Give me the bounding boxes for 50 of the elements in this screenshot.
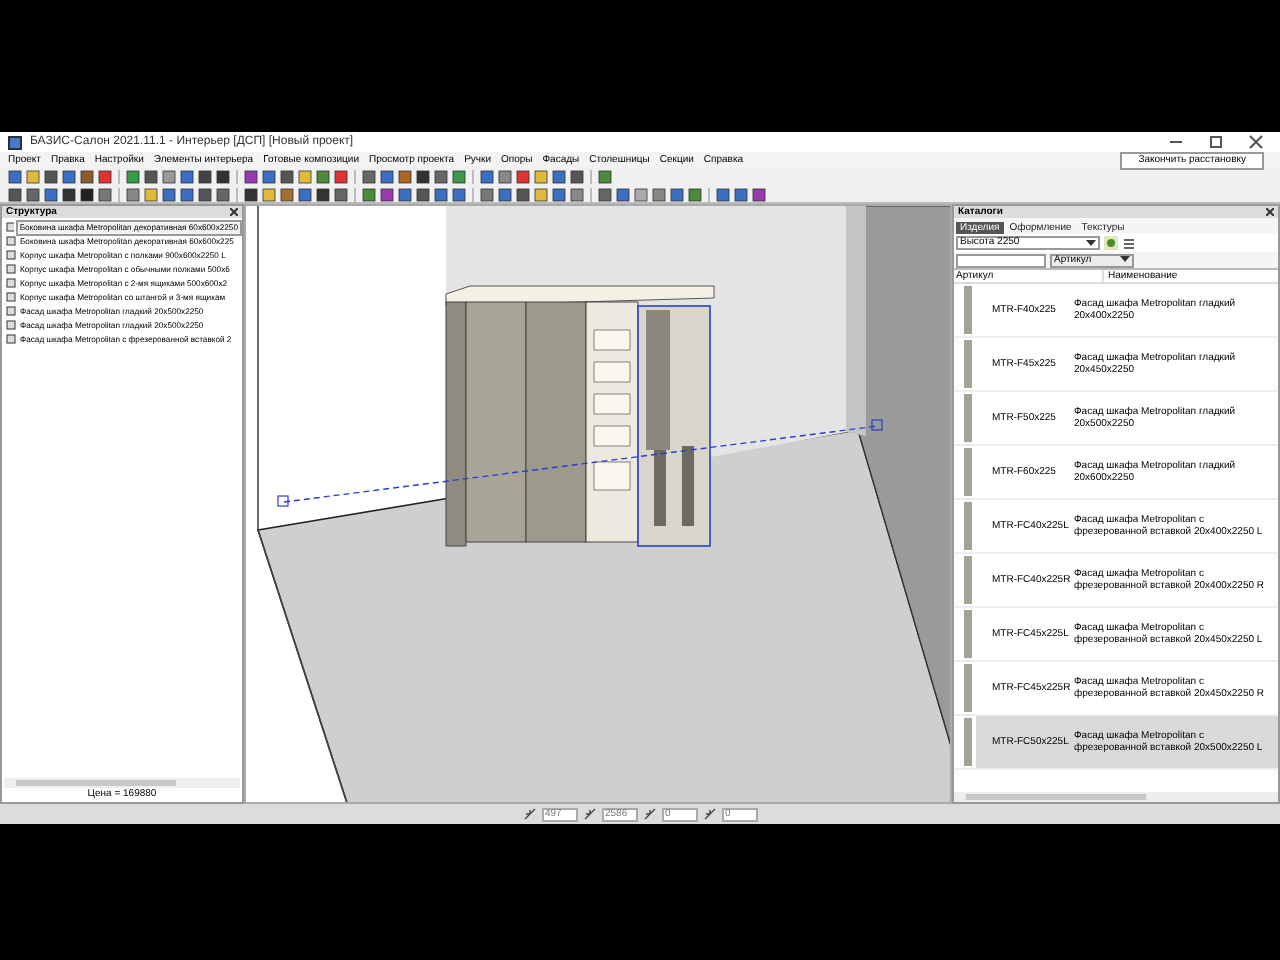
square-icon[interactable] xyxy=(180,187,194,201)
square-icon[interactable] xyxy=(62,187,76,201)
close-icon[interactable] xyxy=(230,208,238,216)
close-icon[interactable] xyxy=(1266,208,1274,216)
square-icon[interactable] xyxy=(198,187,212,201)
square-icon[interactable] xyxy=(244,187,258,201)
square-icon[interactable] xyxy=(316,187,330,201)
square-icon[interactable] xyxy=(716,187,730,201)
caret-icon xyxy=(1120,256,1130,264)
horizontal-scrollbar[interactable] xyxy=(4,778,240,788)
facade-thumbnail xyxy=(964,448,972,496)
square-icon[interactable] xyxy=(280,187,294,201)
square-icon[interactable] xyxy=(398,187,412,201)
square-icon[interactable] xyxy=(380,187,394,201)
square-icon[interactable] xyxy=(670,187,684,201)
list-icon[interactable] xyxy=(1122,236,1136,250)
square-icon[interactable] xyxy=(734,187,748,201)
square-icon[interactable] xyxy=(516,187,530,201)
search-field[interactable] xyxy=(956,253,1046,267)
caret-icon xyxy=(1086,239,1096,247)
square-icon[interactable] xyxy=(452,187,466,201)
facade-thumbnail xyxy=(964,556,972,604)
square-icon[interactable] xyxy=(216,187,230,201)
facade-thumbnail xyxy=(964,718,972,766)
square-icon[interactable] xyxy=(480,187,494,201)
square-icon[interactable] xyxy=(498,187,512,201)
square-icon[interactable] xyxy=(552,187,566,201)
square-icon[interactable] xyxy=(598,187,612,201)
square-icon[interactable] xyxy=(298,187,312,201)
square-icon[interactable] xyxy=(434,187,448,201)
square-icon[interactable] xyxy=(8,187,22,201)
square-icon[interactable] xyxy=(98,187,112,201)
square-icon[interactable] xyxy=(80,187,94,201)
facade-thumbnail xyxy=(964,610,972,658)
facade-thumbnail xyxy=(964,502,972,550)
square-icon[interactable] xyxy=(416,187,430,201)
square-icon[interactable] xyxy=(44,187,58,201)
horizontal-scrollbar[interactable] xyxy=(954,792,1278,802)
facade-thumbnail xyxy=(964,394,972,442)
maximize-icon[interactable] xyxy=(1208,134,1224,150)
app-icon xyxy=(8,135,22,149)
square-icon[interactable] xyxy=(334,187,348,201)
facade-thumbnail xyxy=(964,286,972,334)
facade-thumbnail xyxy=(964,664,972,712)
square-icon[interactable] xyxy=(616,187,630,201)
square-icon[interactable] xyxy=(26,187,40,201)
facade-thumbnail xyxy=(964,340,972,388)
close-icon[interactable] xyxy=(1248,134,1264,150)
square-icon[interactable] xyxy=(752,187,766,201)
square-icon[interactable] xyxy=(162,187,176,201)
